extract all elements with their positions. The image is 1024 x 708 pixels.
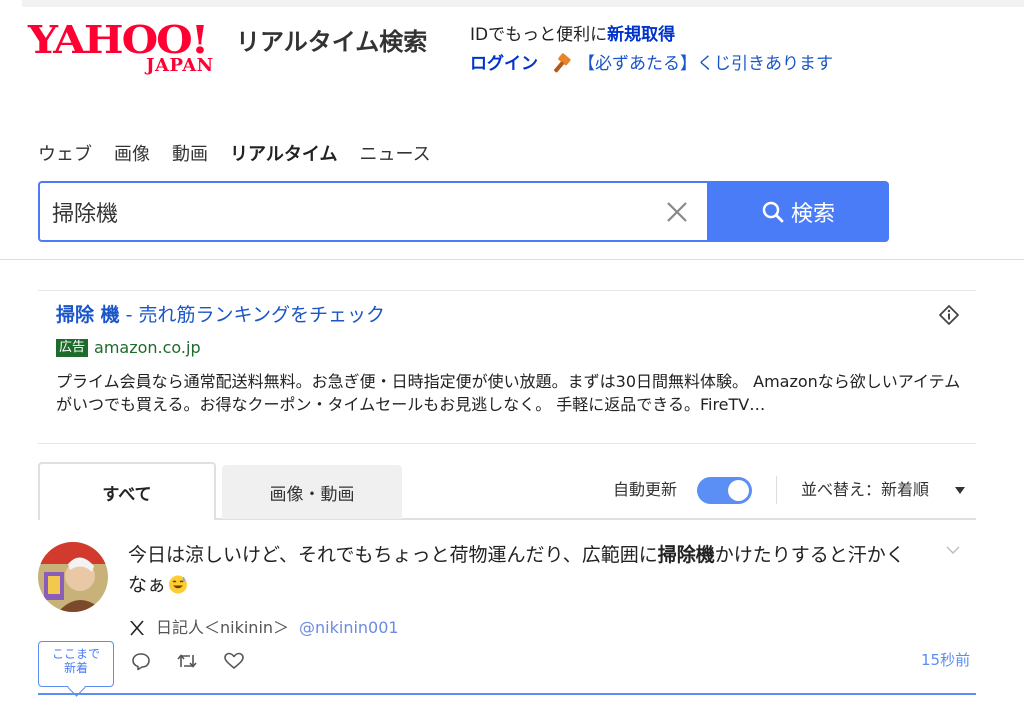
ad-divider-bottom [38,443,976,444]
sort-dropdown[interactable]: 並べ替え：新着順 [801,479,929,501]
search-button-label: 検索 [790,201,835,227]
id-promo-line: IDでもっと便利に新規取得 [470,23,675,47]
ad-badge: 広告 [56,339,89,357]
yahoo-japan-logo[interactable]: YAHOO! JAPAN [28,20,233,78]
ad-source: 広告 amazon.co.jp [56,338,201,358]
top-strip [22,0,1024,7]
register-link[interactable]: 新規取得 [607,25,675,45]
login-line: ログイン 【必ずあたる】くじ引きあります [470,52,833,76]
tab-images-videos[interactable]: 画像・動画 [222,465,402,519]
avatar[interactable] [38,542,108,612]
reply-icon[interactable] [131,651,151,671]
new-items-line [38,693,976,695]
search-box: 検索 [38,181,889,242]
logo-japan-text: JAPAN [146,55,214,76]
id-promo-text: IDでもっと便利に [470,25,608,45]
auto-update-label: 自動更新 [613,480,678,499]
search-input[interactable] [52,193,652,231]
ad-description: プライム会員なら通常配送料無料。お急ぎ便・日時指定便が使い放題。まずは30日間無… [56,372,961,414]
author-name[interactable]: 日記人＜nikinin＞ [156,617,289,639]
tab-videos[interactable]: 動画 [172,142,208,168]
ad-info-icon[interactable] [938,304,960,326]
tab-images[interactable]: 画像 [114,142,150,168]
ad-title-keyword: 掃除 機 [56,304,120,326]
search-button[interactable]: 検索 [707,181,889,242]
search-icon [762,201,784,222]
header-divider [0,259,1024,260]
lottery-link[interactable]: 【必ずあたる】くじ引きあります [578,52,833,76]
hammer-icon [554,53,571,73]
ad-divider-top [38,290,976,291]
toolbar-separator [776,476,777,504]
tweet-text: 今日は涼しいけど、それでもちょっと荷物運んだり、広範囲に掃除機かけたりすると汗か… [128,540,918,600]
chevron-down-icon[interactable] [946,545,960,555]
x-logo-icon [130,620,144,636]
clear-icon[interactable] [664,199,690,225]
caret-down-icon[interactable] [955,487,965,494]
tab-all[interactable]: すべて [38,462,216,520]
author-handle[interactable]: @nikinin001 [299,617,399,639]
ad-domain[interactable]: amazon.co.jp [94,338,201,358]
auto-update-toggle[interactable] [697,477,752,504]
ad-title-text: - 売れ筋ランキングをチェック [119,304,385,326]
heart-icon[interactable] [223,651,245,671]
retweet-icon[interactable] [176,651,198,671]
ad-title-link[interactable]: 掃除 機 - 売れ筋ランキングをチェック [56,301,385,329]
tweet-timestamp[interactable]: 15秒前 [921,650,970,670]
service-name[interactable]: リアルタイム検索 [236,27,427,57]
tab-web[interactable]: ウェブ [38,142,92,168]
toggle-knob [728,480,749,501]
new-marker-line1: ここまで [51,647,100,661]
new-marker-line2: 新着 [63,661,88,675]
search-vertical-tabs: ウェブ 画像 動画 リアルタイム ニュース [38,142,453,168]
tab-realtime[interactable]: リアルタイム [230,142,337,168]
tab-news[interactable]: ニュース [359,142,430,168]
login-link[interactable]: ログイン [470,52,538,76]
smiling-face-with-sweat-icon [169,575,188,594]
tweet-keyword: 掃除機 [657,544,715,566]
tweet-text-before: 今日は涼しいけど、それでもちょっと荷物運んだり、広範囲に [128,544,658,566]
new-items-marker: ここまで 新着 [38,641,114,687]
tweet-author: 日記人＜nikinin＞ @nikinin001 [128,617,399,639]
